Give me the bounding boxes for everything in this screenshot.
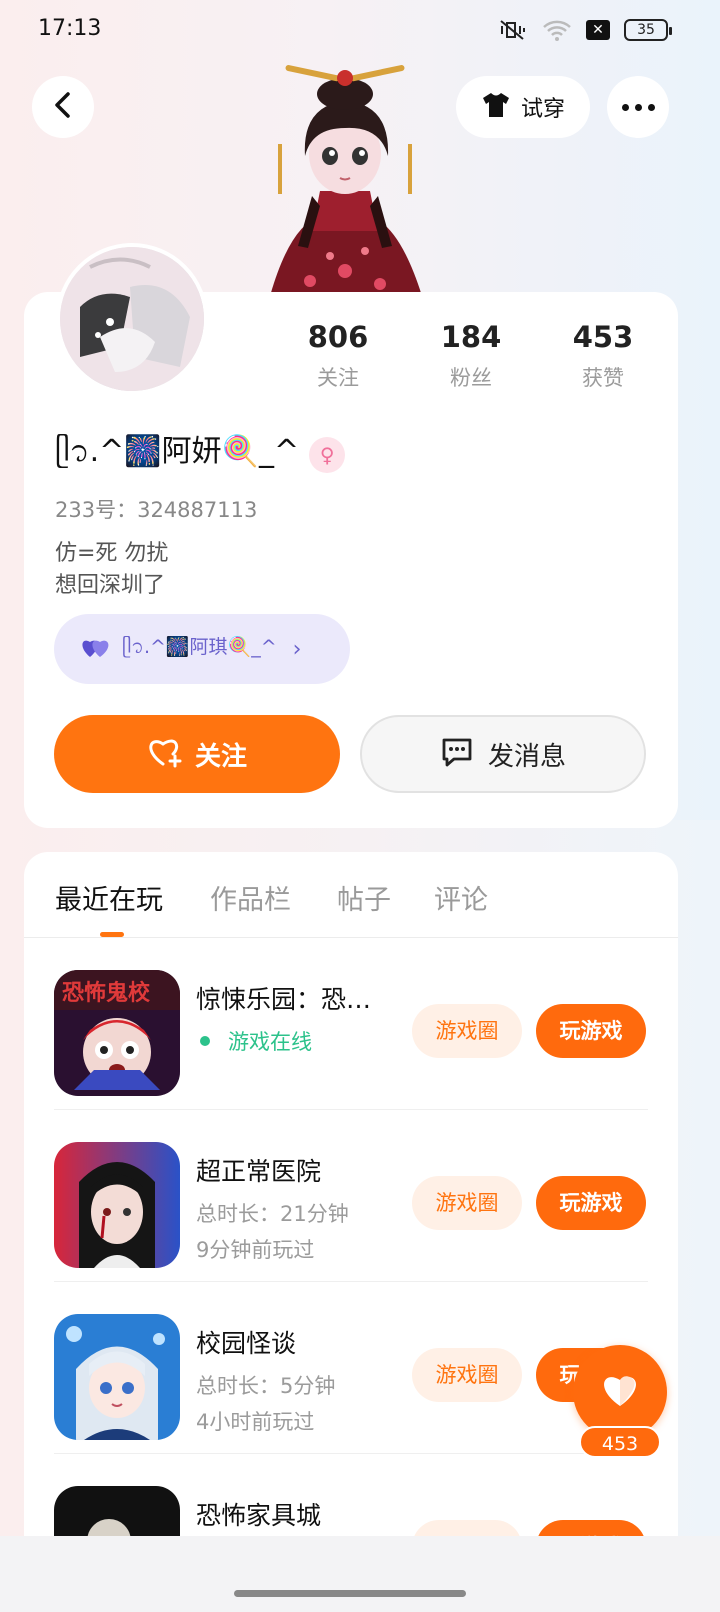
character-avatar (250, 56, 440, 296)
cp-relationship-tag[interactable]: ᥫ᭡.^🎆阿琪🍭_^ › (54, 614, 350, 684)
tshirt-icon (481, 91, 511, 123)
wifi-icon (542, 18, 572, 42)
game-circle-button[interactable]: 游戏圈 (412, 1004, 522, 1058)
game-circle-button[interactable]: 游戏圈 (412, 1176, 522, 1230)
tab-posts[interactable]: 帖子 (337, 878, 391, 917)
stat-fans-value: 184 (440, 320, 502, 354)
follow-label: 关注 (194, 741, 247, 772)
game-name: 恐怖家具城 (196, 1501, 322, 1530)
stat-fans-label: 粉丝 (450, 366, 492, 390)
game-icon-campus-tales (54, 1314, 180, 1440)
play-game-button[interactable]: 玩游戏 (536, 1004, 646, 1058)
stat-likes-value: 453 (572, 320, 634, 354)
female-icon: ♀ (309, 436, 346, 473)
heart-icon (600, 1372, 640, 1412)
online-status-label: 游戏在线 (228, 1030, 312, 1054)
try-on-label: 试穿 (520, 97, 565, 122)
battery-icon: 35 (624, 19, 672, 41)
svg-text:恐怖鬼校: 恐怖鬼校 (62, 980, 151, 1006)
send-message-button[interactable]: 发消息 (360, 715, 646, 793)
tab-comments[interactable]: 评论 (434, 878, 488, 917)
home-indicator[interactable] (234, 1590, 466, 1597)
double-heart-icon (80, 635, 112, 663)
game-name: 惊悚乐园：恐怖鬼校 (196, 985, 382, 1014)
close-box-icon: ✕ (586, 20, 610, 40)
game-circle-button[interactable]: 游戏圈 (412, 1348, 522, 1402)
bio-line-1: 仿=死 勿扰 (55, 541, 169, 566)
game-row[interactable]: 超正常医院 总时长：21分钟 9分钟前玩过 游戏圈 玩游戏 (54, 1110, 648, 1282)
user-id: 233号：324887113 (55, 498, 258, 522)
game-name: 超正常医院 (196, 1157, 322, 1186)
follow-button[interactable]: 关注 (54, 715, 340, 793)
more-options-button[interactable] (607, 76, 669, 138)
nickname: ᥫ᭡.^🎆阿妍🍭_^ (55, 434, 300, 469)
cp-partner-name: ᥫ᭡.^🎆阿琪🍭_^ (122, 635, 277, 658)
like-count: 453 (579, 1426, 661, 1458)
game-icon-horror-school: 恐怖鬼校 (54, 970, 180, 1096)
tab-bar: 最近在玩 作品栏 帖子 评论 (24, 852, 678, 938)
stat-following-label: 关注 (317, 366, 359, 390)
chevron-left-icon (51, 91, 75, 123)
stat-likes-label: 获赞 (582, 366, 624, 390)
profile-screen: 17:13 ✕ 35 试穿 806 关注 184 粉丝 453 获赞 ᥫ᭡.^🎆… (0, 0, 720, 1612)
game-row[interactable]: 校园怪谈 总时长：5分钟 4小时前玩过 游戏圈 玩游戏 (54, 1282, 648, 1454)
status-time: 17:13 (38, 16, 102, 41)
online-dot-icon (200, 1036, 210, 1046)
nickname-row: ᥫ᭡.^🎆阿妍🍭_^ ♀ (55, 426, 346, 483)
last-played: 4小时前玩过 (196, 1410, 315, 1434)
stat-following[interactable]: 806 关注 (278, 320, 398, 392)
stat-likes[interactable]: 453 获赞 (543, 320, 663, 392)
last-played: 9分钟前玩过 (196, 1238, 315, 1262)
try-on-button[interactable]: 试穿 (456, 76, 590, 138)
more-dots-icon (621, 103, 655, 111)
chat-bubble-icon (440, 736, 474, 772)
back-button[interactable] (32, 76, 94, 138)
play-game-button[interactable]: 玩游戏 (536, 1176, 646, 1230)
bio-line-2: 想回深圳了 (55, 573, 166, 598)
like-fab-button[interactable] (573, 1345, 667, 1439)
heart-plus-icon (147, 736, 183, 772)
bio: 仿=死 勿扰 想回深圳了 (55, 538, 168, 602)
game-icon-hospital (54, 1142, 180, 1268)
avatar[interactable] (56, 243, 208, 395)
online-status: 游戏在线 (196, 1026, 312, 1056)
navigation-bar-area (0, 1536, 720, 1612)
tab-active-indicator (100, 932, 124, 937)
avatar-image (60, 247, 204, 391)
send-message-label: 发消息 (487, 741, 566, 772)
play-duration: 总时长：5分钟 (196, 1374, 336, 1398)
status-bar: 17:13 ✕ 35 (0, 0, 720, 64)
tab-recently-played[interactable]: 最近在玩 (55, 878, 163, 917)
stat-fans[interactable]: 184 粉丝 (411, 320, 531, 392)
tab-works[interactable]: 作品栏 (210, 878, 291, 917)
chevron-right-icon: › (292, 636, 302, 662)
stat-following-value: 806 (307, 320, 369, 354)
status-icons: ✕ 35 (498, 18, 672, 42)
game-row[interactable]: 恐怖鬼校 惊悚乐园：恐怖鬼校 游戏在线 游戏圈 玩游戏 (54, 938, 648, 1110)
game-name: 校园怪谈 (196, 1329, 297, 1358)
play-duration: 总时长：21分钟 (196, 1202, 349, 1226)
mute-vibrate-icon (498, 18, 528, 42)
content-card: 最近在玩 作品栏 帖子 评论 恐怖鬼校 惊悚乐园：恐怖 游戏在线 游戏圈 玩游戏… (24, 852, 678, 1612)
